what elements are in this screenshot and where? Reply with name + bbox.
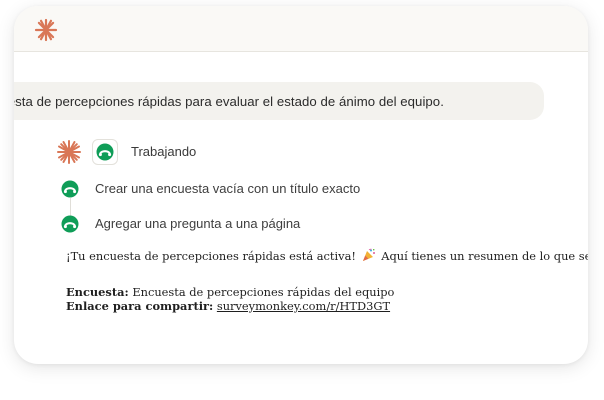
- share-link[interactable]: surveymonkey.com/r/HTD3GT: [217, 299, 390, 313]
- share-link-label: Enlace para compartir:: [66, 299, 214, 313]
- tool-status-label: Trabajando: [131, 144, 197, 159]
- survey-label: Encuesta:: [66, 285, 129, 299]
- survey-value: Encuesta de percepciones rápidas del equ…: [132, 285, 395, 299]
- surveymonkey-icon: [61, 180, 79, 198]
- response-intro: ¡Tu encuesta de percepciones rápidas est…: [66, 249, 356, 263]
- response-intro-rest: Aquí tienes un resumen de lo que se creó…: [381, 249, 588, 263]
- tool-step-create-survey[interactable]: Crear una encuesta vacía con un título e…: [95, 181, 360, 196]
- party-popper-icon: [362, 248, 375, 261]
- step-connector: [70, 198, 71, 216]
- response-survey-line: Encuesta: Encuesta de percepciones rápid…: [66, 285, 394, 299]
- tool-step-add-question[interactable]: Agregar una pregunta a una página: [95, 216, 300, 231]
- chat-window: a una encuesta de percepciones rápidas p…: [14, 6, 588, 364]
- claude-assistant-icon: [57, 140, 81, 164]
- claude-logo-icon: [34, 18, 58, 42]
- surveymonkey-icon: [96, 143, 114, 161]
- chat-header: [14, 6, 588, 52]
- surveymonkey-icon: [61, 215, 79, 233]
- response-link-line: Enlace para compartir: surveymonkey.com/…: [66, 299, 390, 313]
- tool-status-icon-box: [92, 139, 118, 165]
- response-intro-line: ¡Tu encuesta de percepciones rápidas est…: [66, 248, 588, 263]
- user-message-text: a una encuesta de percepciones rápidas p…: [14, 94, 444, 109]
